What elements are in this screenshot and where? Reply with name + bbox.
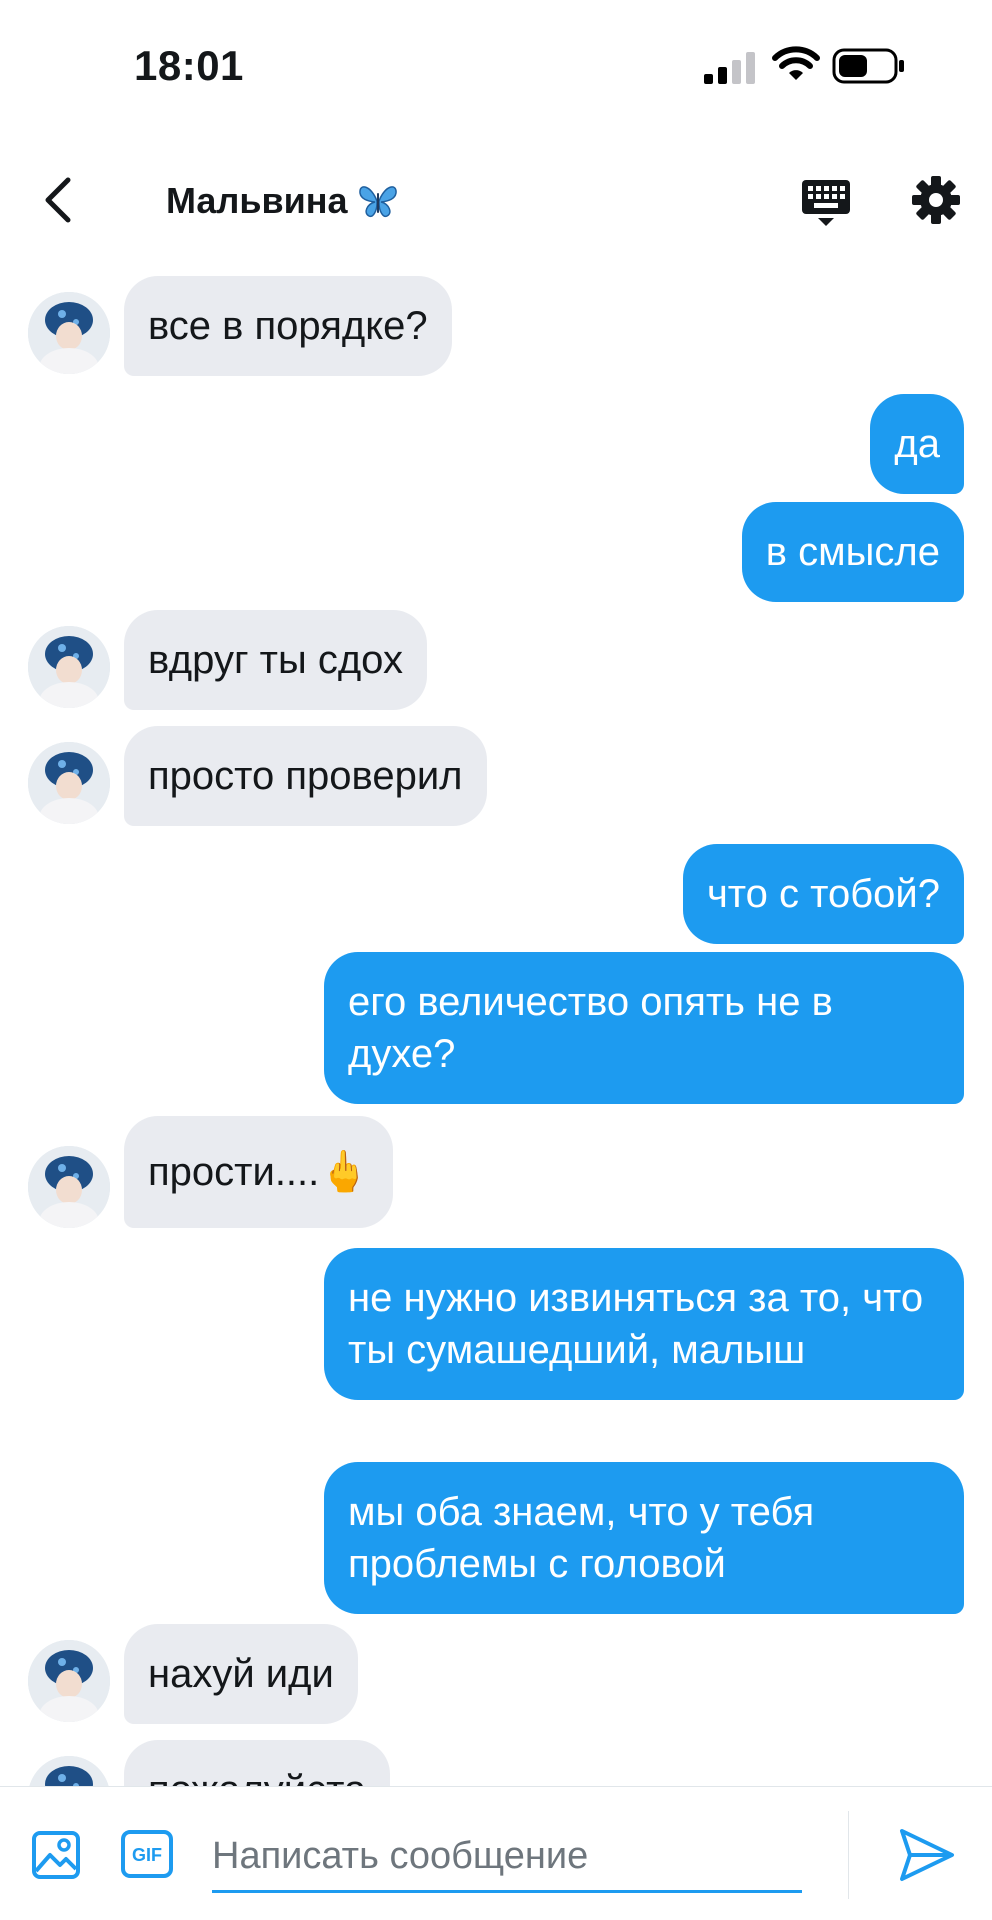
gif-button[interactable]: GIF — [120, 1829, 174, 1879]
avatar[interactable] — [28, 1146, 110, 1228]
message-bubble-incoming[interactable]: вдруг ты сдох — [124, 610, 427, 710]
status-bar: 18:01 — [0, 0, 992, 130]
battery-icon — [832, 48, 904, 84]
message-bubble-outgoing[interactable]: что с тобой? — [682, 844, 964, 944]
chat-header: Мальвина — [0, 160, 992, 240]
avatar[interactable] — [28, 1756, 110, 1786]
settings-button[interactable] — [910, 174, 962, 226]
avatar-image — [28, 1756, 110, 1786]
avatar-image — [28, 626, 110, 708]
message-bubble-outgoing[interactable]: его величество опять не в духе? — [324, 952, 964, 1104]
composer-divider — [848, 1811, 849, 1899]
contact-name[interactable]: Мальвина — [166, 180, 399, 222]
message-bubble-outgoing[interactable]: в смысле — [741, 502, 964, 602]
message-bubble-incoming[interactable]: нахуй иди — [124, 1624, 358, 1724]
gif-icon: GIF — [121, 1830, 173, 1878]
send-button[interactable] — [898, 1827, 956, 1883]
message-input[interactable] — [212, 1823, 802, 1893]
message-composer: GIF — [0, 1786, 992, 1920]
gear-icon — [912, 176, 960, 224]
contact-name-label: Мальвина — [166, 180, 348, 221]
message-list[interactable]: все в порядке? да в смысле вдруг ты сдох… — [0, 270, 992, 1786]
message-bubble-incoming[interactable]: просто проверил — [124, 726, 487, 826]
message-bubble-incoming[interactable]: прости....🖕 — [124, 1116, 394, 1228]
avatar-image — [28, 1146, 110, 1228]
avatar-image — [28, 1640, 110, 1722]
avatar-image — [28, 742, 110, 824]
back-button[interactable] — [30, 172, 86, 228]
image-button[interactable] — [30, 1829, 82, 1881]
keyboard-icon — [802, 180, 850, 226]
avatar[interactable] — [28, 292, 110, 374]
keyboard-button[interactable] — [798, 174, 854, 230]
cellular-signal-icon — [704, 52, 755, 84]
gif-label: GIF — [132, 1845, 162, 1865]
image-icon — [32, 1831, 80, 1879]
status-time: 18:01 — [134, 42, 244, 89]
butterfly-icon — [359, 186, 398, 218]
message-bubble-incoming[interactable]: пожалуйста — [124, 1740, 391, 1786]
message-bubble-incoming[interactable]: все в порядке? — [124, 276, 452, 376]
message-bubble-outgoing[interactable]: мы оба знаем, что у тебя проблемы с голо… — [324, 1462, 964, 1614]
avatar-image — [28, 292, 110, 374]
avatar[interactable] — [28, 1640, 110, 1722]
message-bubble-outgoing[interactable]: да — [870, 394, 964, 494]
send-icon — [900, 1829, 954, 1881]
avatar[interactable] — [28, 742, 110, 824]
wifi-icon — [772, 46, 820, 80]
message-bubble-outgoing[interactable]: не нужно извиняться за то, что ты сумаше… — [324, 1248, 964, 1400]
avatar[interactable] — [28, 626, 110, 708]
chevron-left-icon — [45, 177, 71, 223]
